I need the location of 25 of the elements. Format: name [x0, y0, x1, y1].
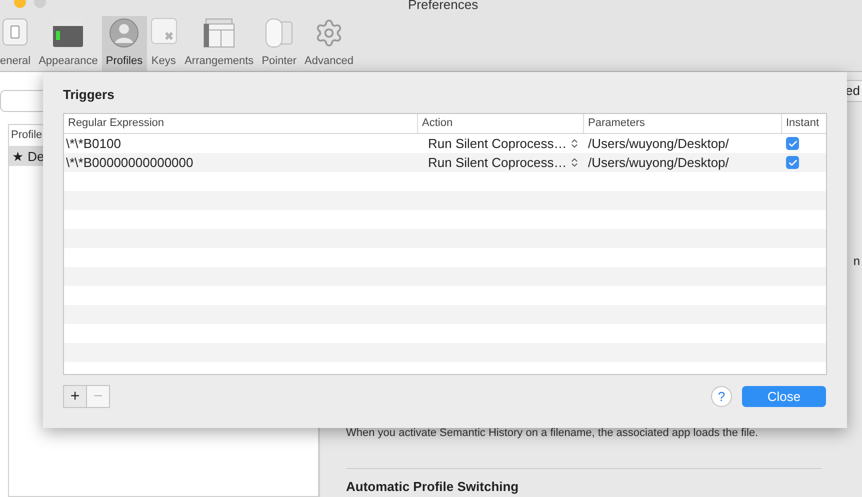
toolbar-tab[interactable]: eneral: [0, 16, 35, 71]
toolbar-tab[interactable]: Appearance: [34, 16, 102, 71]
section-heading: Automatic Profile Switching: [346, 478, 520, 494]
table-cell: /Users/wuyong/Desktop/: [588, 154, 729, 170]
column-header[interactable]: Parameters: [588, 115, 645, 132]
toolbar-tab[interactable]: Profiles: [102, 16, 147, 71]
sheet-title: Triggers: [63, 87, 116, 103]
toolbar-tab[interactable]: Advanced: [300, 16, 358, 71]
toolbar-tab[interactable]: Keys: [146, 16, 181, 71]
toolbar-tab[interactable]: Arrangements: [180, 16, 258, 71]
action-dropdown[interactable]: Run Silent Coprocess…: [428, 152, 567, 172]
column-header[interactable]: Action: [422, 115, 453, 132]
text-fragment: n: [853, 252, 860, 270]
column-header[interactable]: Regular Expression: [68, 115, 164, 132]
help-button[interactable]: ?: [711, 386, 732, 407]
table-cell: \*\*B0100: [66, 136, 121, 150]
table-cell: /Users/wuyong/Desktop/: [588, 136, 729, 150]
column-header[interactable]: Instant: [786, 115, 820, 132]
action-dropdown[interactable]: Run Silent Coprocess…: [428, 134, 567, 154]
add-button[interactable]: +: [64, 386, 87, 407]
toolbar-tab[interactable]: Pointer: [258, 16, 301, 71]
table-cell: \*\*B00000000000000: [66, 154, 194, 170]
column-header: Profile: [11, 128, 42, 144]
close-button[interactable]: Close: [742, 386, 826, 407]
description-text: When you activate Semantic History on a filename, the associated app loads the file.: [346, 426, 758, 438]
